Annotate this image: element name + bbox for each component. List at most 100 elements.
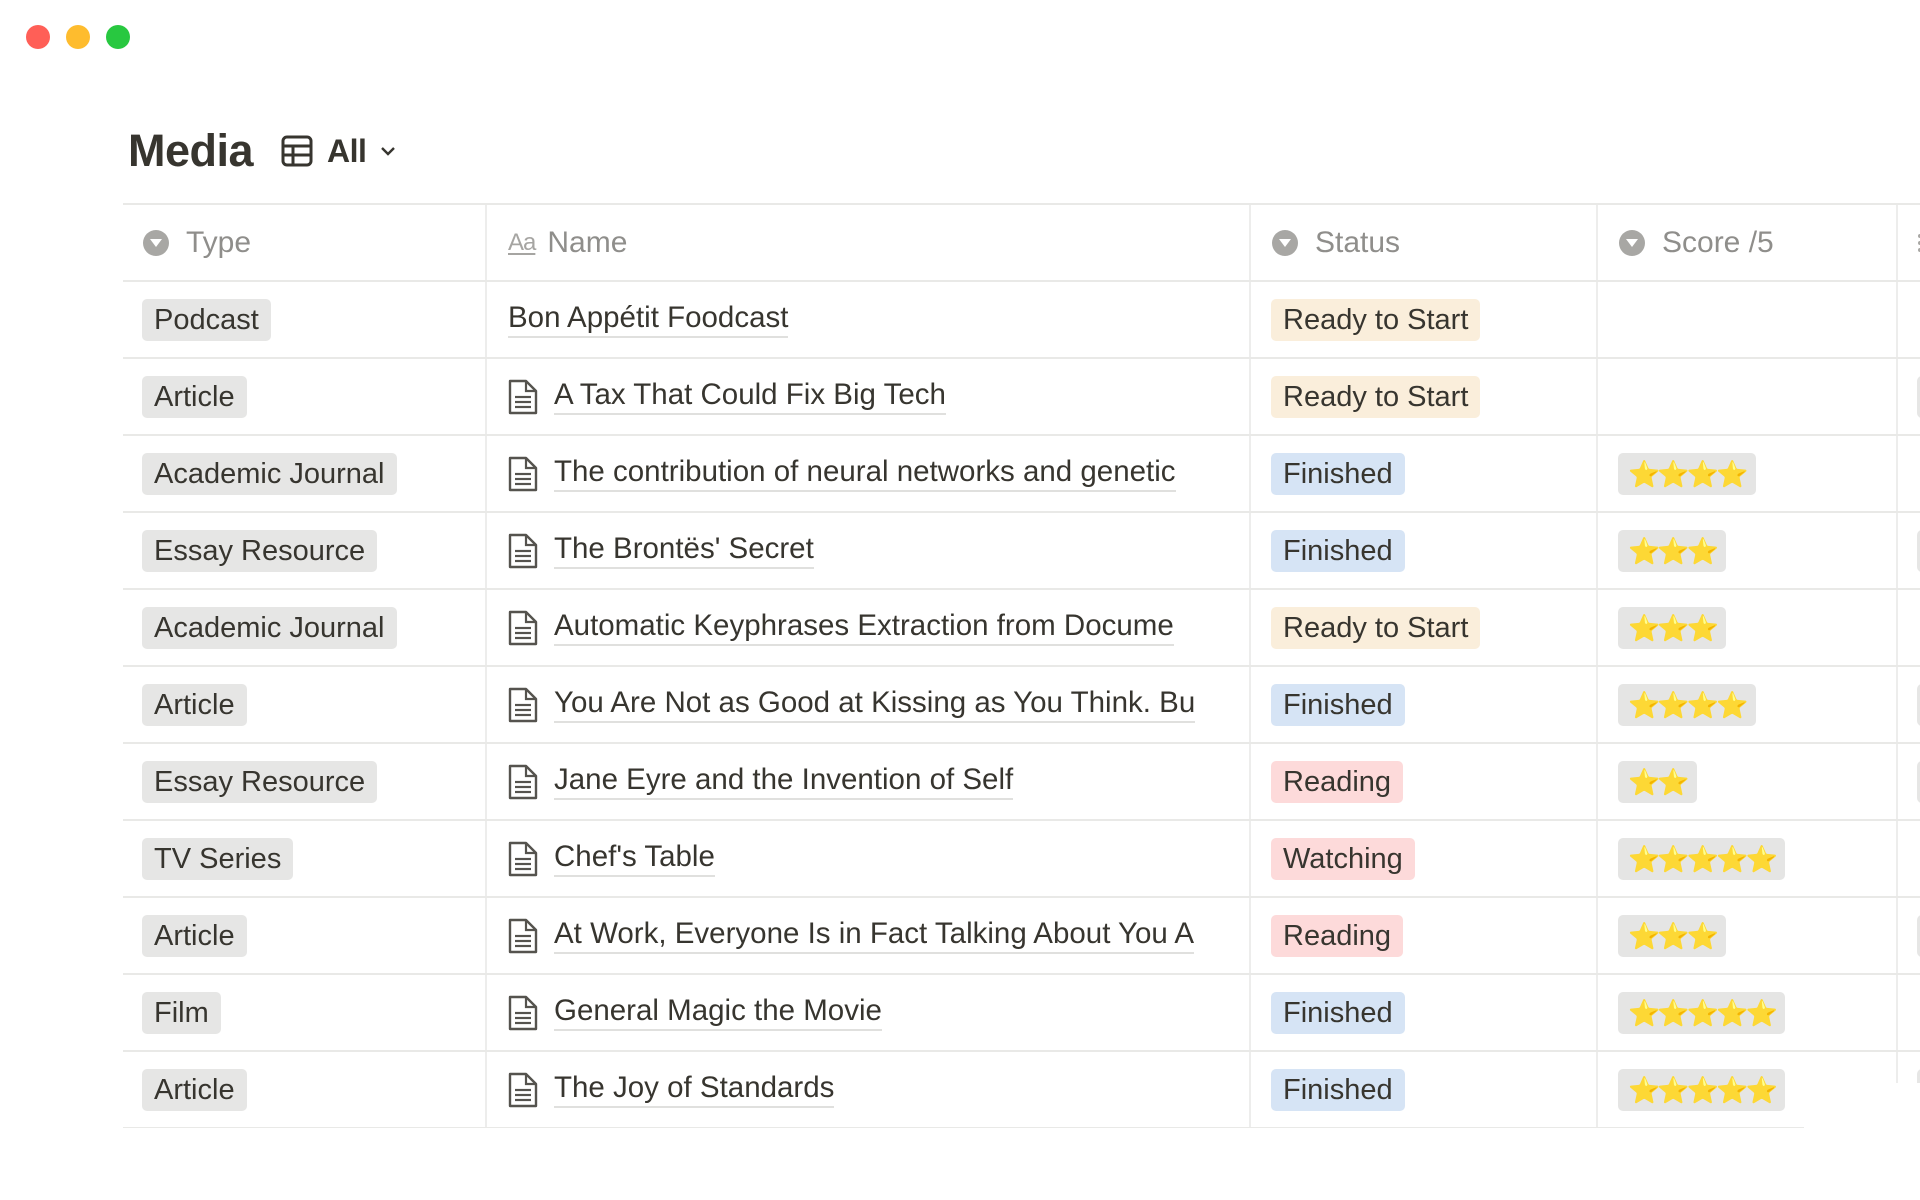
minimize-window-button[interactable] bbox=[66, 25, 90, 49]
table-row[interactable]: Essay Resource Jane Eyre and the Inventio… bbox=[123, 742, 1920, 819]
type-cell[interactable]: TV Series bbox=[123, 821, 487, 896]
name-cell[interactable]: You Are Not as Good at Kissing as You Th… bbox=[487, 667, 1251, 742]
column-header-status[interactable]: Status bbox=[1251, 205, 1598, 280]
extra-cell[interactable] bbox=[1898, 513, 1920, 588]
name-cell[interactable]: General Magic the Movie bbox=[487, 975, 1251, 1050]
type-cell[interactable]: Essay Resource bbox=[123, 513, 487, 588]
page-title-link[interactable]: Jane Eyre and the Invention of Self bbox=[554, 763, 1014, 800]
table-row[interactable]: TV Series Chef's Table Watching ⭐⭐⭐⭐⭐ bbox=[123, 819, 1920, 896]
score-cell[interactable]: ⭐⭐⭐ bbox=[1598, 513, 1898, 588]
select-property-icon bbox=[1619, 229, 1645, 256]
table-row[interactable]: Academic Journal Automatic Keyphrases Ext… bbox=[123, 588, 1920, 665]
score-cell[interactable]: ⭐⭐⭐ bbox=[1598, 898, 1898, 973]
select-property-icon bbox=[1272, 229, 1298, 256]
name-cell[interactable]: Chef's Table bbox=[487, 821, 1251, 896]
table-row[interactable]: Article You Are Not as Good at Kissing as… bbox=[123, 665, 1920, 742]
status-cell[interactable]: Finished bbox=[1251, 975, 1598, 1050]
type-cell[interactable]: Academic Journal bbox=[123, 590, 487, 665]
name-cell[interactable]: Automatic Keyphrases Extraction from Doc… bbox=[487, 590, 1251, 665]
type-cell[interactable]: Article bbox=[123, 667, 487, 742]
page-title-link[interactable]: Automatic Keyphrases Extraction from Doc… bbox=[554, 609, 1174, 646]
name-cell[interactable]: At Work, Everyone Is in Fact Talking Abo… bbox=[487, 898, 1251, 973]
score-cell[interactable]: ⭐⭐⭐⭐ bbox=[1598, 436, 1898, 511]
status-cell[interactable]: Finished bbox=[1251, 513, 1598, 588]
page-title-link[interactable]: The Joy of Standards bbox=[554, 1071, 835, 1108]
type-cell[interactable]: Film bbox=[123, 975, 487, 1050]
score-cell[interactable]: ⭐⭐⭐⭐ bbox=[1598, 667, 1898, 742]
type-tag: Article bbox=[142, 375, 247, 418]
status-cell[interactable]: Finished bbox=[1251, 667, 1598, 742]
type-cell[interactable]: Article bbox=[123, 1052, 487, 1127]
name-cell[interactable]: The Brontës' Secret bbox=[487, 513, 1251, 588]
page-title-link[interactable]: The Brontës' Secret bbox=[554, 532, 814, 569]
extra-cell[interactable] bbox=[1898, 436, 1920, 511]
status-cell[interactable]: Finished bbox=[1251, 1052, 1598, 1127]
table-row[interactable]: Academic Journal The contribution of neur… bbox=[123, 434, 1920, 511]
name-cell[interactable]: The Joy of Standards bbox=[487, 1052, 1251, 1127]
extra-cell[interactable] bbox=[1898, 359, 1920, 434]
status-cell[interactable]: Reading bbox=[1251, 898, 1598, 973]
page-title-link[interactable]: General Magic the Movie bbox=[554, 994, 882, 1031]
type-cell[interactable]: Article bbox=[123, 898, 487, 973]
page-document-icon bbox=[508, 456, 538, 491]
column-header-extra[interactable] bbox=[1898, 205, 1920, 280]
name-cell[interactable]: A Tax That Could Fix Big Tech bbox=[487, 359, 1251, 434]
page-title-link[interactable]: Chef's Table bbox=[554, 840, 715, 877]
status-tag: Finished bbox=[1271, 452, 1405, 495]
name-cell[interactable]: The contribution of neural networks and … bbox=[487, 436, 1251, 511]
score-cell[interactable]: ⭐⭐⭐⭐⭐ bbox=[1598, 821, 1898, 896]
table-row[interactable]: Article At Work, Everyone Is in Fact Talk… bbox=[123, 896, 1920, 973]
type-cell[interactable]: Essay Resource bbox=[123, 744, 487, 819]
column-header-score[interactable]: Score /5 bbox=[1598, 205, 1898, 280]
column-header-type[interactable]: Type bbox=[123, 205, 487, 280]
score-cell[interactable]: ⭐⭐⭐ bbox=[1598, 590, 1898, 665]
score-cell[interactable]: ⭐⭐⭐⭐⭐ bbox=[1598, 975, 1898, 1050]
table-row[interactable]: Article The Joy of Standards Finished ⭐⭐⭐⭐⭐ bbox=[123, 1050, 1920, 1127]
star-rating-tag: ⭐⭐⭐⭐⭐ bbox=[1618, 1068, 1785, 1111]
table-row[interactable]: Essay Resource The Brontës' Secret Finishe… bbox=[123, 511, 1920, 588]
star-rating-tag: ⭐⭐⭐⭐ bbox=[1618, 683, 1756, 726]
table-row[interactable]: Podcast Bon Appétit Foodcast Ready to Star… bbox=[123, 280, 1920, 357]
extra-cell[interactable] bbox=[1898, 590, 1920, 665]
name-cell[interactable]: Jane Eyre and the Invention of Self bbox=[487, 744, 1251, 819]
page-document-icon bbox=[508, 1072, 538, 1107]
extra-cell[interactable] bbox=[1898, 744, 1920, 819]
status-cell[interactable]: Ready to Start bbox=[1251, 282, 1598, 357]
score-cell[interactable] bbox=[1598, 282, 1898, 357]
name-cell[interactable]: Bon Appétit Foodcast bbox=[487, 282, 1251, 357]
extra-cell[interactable] bbox=[1898, 282, 1920, 357]
status-cell[interactable]: Finished bbox=[1251, 436, 1598, 511]
star-rating-tag: ⭐⭐⭐⭐⭐ bbox=[1618, 991, 1785, 1034]
maximize-window-button[interactable] bbox=[106, 25, 130, 49]
score-cell[interactable] bbox=[1598, 359, 1898, 434]
view-name: All bbox=[327, 132, 367, 169]
extra-cell[interactable] bbox=[1898, 821, 1920, 896]
extra-cell[interactable] bbox=[1898, 898, 1920, 973]
score-cell[interactable]: ⭐⭐ bbox=[1598, 744, 1898, 819]
type-cell[interactable]: Article bbox=[123, 359, 487, 434]
status-cell[interactable]: Ready to Start bbox=[1251, 590, 1598, 665]
status-cell[interactable]: Ready to Start bbox=[1251, 359, 1598, 434]
view-selector[interactable]: All bbox=[281, 133, 396, 170]
star-rating-tag: ⭐⭐⭐ bbox=[1618, 914, 1727, 957]
page-title-link[interactable]: You Are Not as Good at Kissing as You Th… bbox=[554, 686, 1196, 723]
star-rating-tag: ⭐⭐⭐ bbox=[1618, 606, 1727, 649]
table-row[interactable]: Article A Tax That Could Fix Big Tech Read… bbox=[123, 357, 1920, 434]
extra-cell[interactable] bbox=[1898, 975, 1920, 1050]
page-title-link[interactable]: A Tax That Could Fix Big Tech bbox=[554, 378, 946, 415]
status-cell[interactable]: Watching bbox=[1251, 821, 1598, 896]
page-title-link[interactable]: Bon Appétit Foodcast bbox=[508, 301, 789, 338]
type-tag: Article bbox=[142, 1068, 247, 1111]
table-header-row: Type Aa Name Status Score /5 bbox=[123, 203, 1920, 280]
extra-cell[interactable] bbox=[1898, 667, 1920, 742]
close-window-button[interactable] bbox=[26, 25, 50, 49]
type-cell[interactable]: Podcast bbox=[123, 282, 487, 357]
page-title-link[interactable]: At Work, Everyone Is in Fact Talking Abo… bbox=[554, 917, 1195, 954]
page-title-link[interactable]: The contribution of neural networks and … bbox=[554, 455, 1176, 492]
status-tag: Watching bbox=[1271, 837, 1415, 880]
overlay-mask bbox=[1804, 1083, 1920, 1200]
column-header-name[interactable]: Aa Name bbox=[487, 205, 1251, 280]
status-cell[interactable]: Reading bbox=[1251, 744, 1598, 819]
type-cell[interactable]: Academic Journal bbox=[123, 436, 487, 511]
table-row[interactable]: Film General Magic the Movie Finished ⭐⭐⭐⭐⭐ bbox=[123, 973, 1920, 1050]
